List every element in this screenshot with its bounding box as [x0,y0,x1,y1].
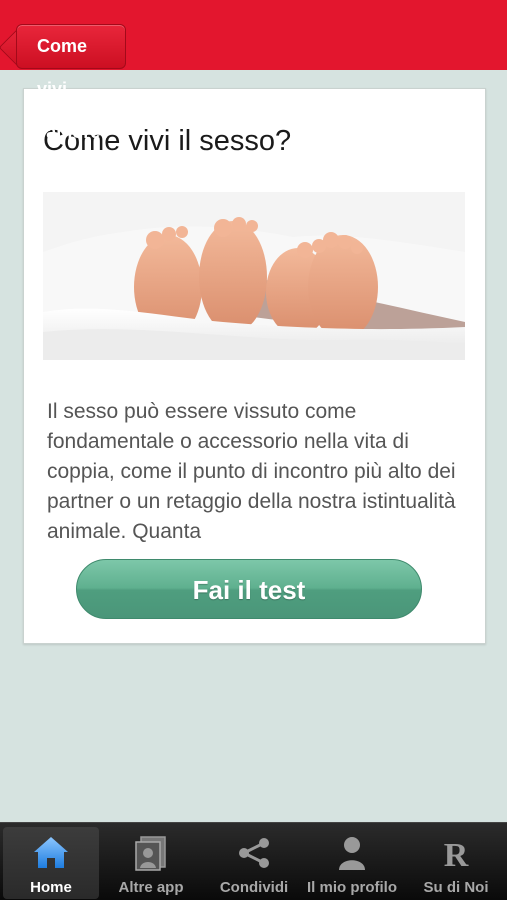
feet-under-sheets-photo [43,192,465,360]
profile-icon [304,833,400,875]
tab-my-profile-label: Il mio profilo [307,879,397,896]
about-icon: R [408,833,504,875]
share-icon [206,833,302,875]
home-icon [3,833,99,875]
back-button[interactable]: Come vivi l'amore? [16,24,127,142]
feet-photo-illustration [43,192,465,360]
tab-bar: Home Altre app Condividi Il mio profilo … [0,822,507,900]
tab-home-label: Home [30,879,72,896]
svg-text:R: R [444,837,469,873]
tab-other-apps-label: Altre app [118,879,184,896]
tab-other-apps[interactable]: Altre app [103,827,199,899]
start-test-button[interactable]: Fai il test [76,559,422,619]
card-description: Il sesso può essere vissuto come fondame… [47,400,456,543]
header-bar: Come vivi l'amore? [0,0,507,142]
apps-icon [103,833,199,875]
tab-my-profile[interactable]: Il mio profilo [304,827,400,899]
tab-share[interactable]: Condividi [206,827,302,899]
tab-share-label: Condividi [219,879,289,896]
tab-about-us-label: Su di Noi [423,879,489,896]
tab-about-us[interactable]: R Su di Noi [408,827,504,899]
tab-home[interactable]: Home [3,827,99,899]
quiz-card: Come vivi il sesso? Il sesso può essere … [23,88,486,644]
